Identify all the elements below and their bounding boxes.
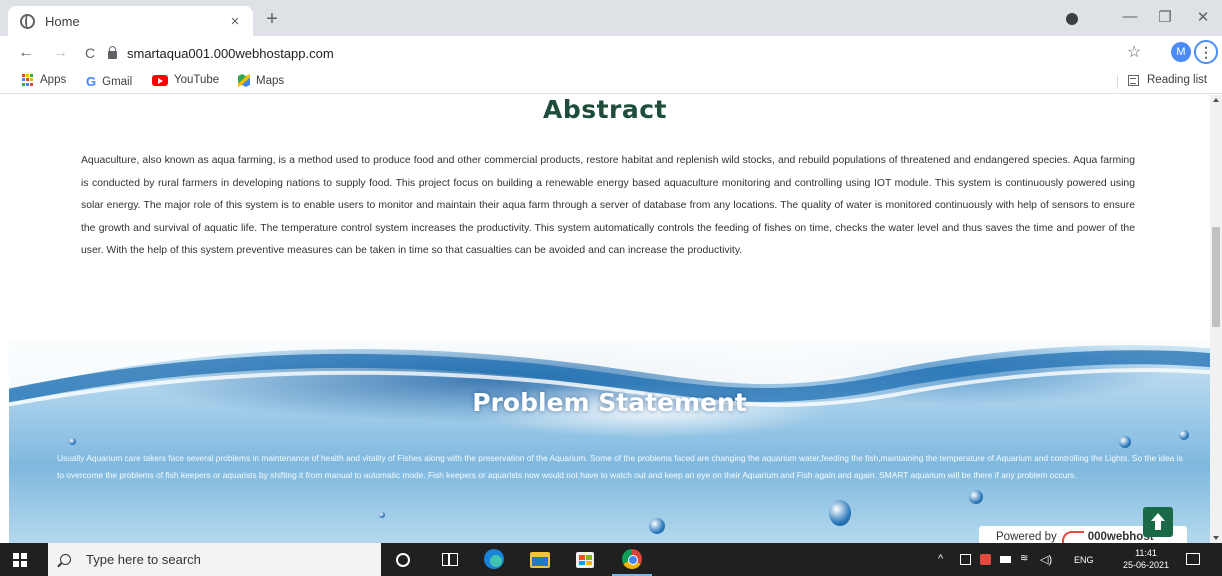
browser-menu-button[interactable]: ⋮ <box>1194 40 1218 64</box>
bookmark-youtube[interactable]: YouTube <box>152 74 219 86</box>
water-droplet-icon <box>829 500 851 526</box>
water-droplet-icon <box>1119 436 1131 448</box>
water-droplet-icon <box>1179 430 1189 440</box>
windows-taskbar: Type here to search ^ ≋ ◁) ENG 11:41 25-… <box>0 543 1222 576</box>
bookmark-label: Gmail <box>102 75 133 88</box>
volume-icon[interactable]: ◁) <box>1040 553 1052 566</box>
browser-tab-home[interactable]: Home × <box>8 6 253 36</box>
clock-date: 25-06-2021 <box>1122 560 1170 570</box>
language-indicator[interactable]: ENG <box>1074 555 1094 565</box>
cortana-icon[interactable] <box>396 553 410 567</box>
reading-list-label: Reading list <box>1147 74 1208 86</box>
clock-time: 11:41 <box>1135 548 1157 558</box>
battery-icon[interactable] <box>1000 556 1011 563</box>
problem-statement-paragraph: Usually Aquarium care takers face severa… <box>57 453 1183 480</box>
search-icon <box>60 554 71 565</box>
powered-by-label: Powered by <box>996 531 1057 543</box>
bookmark-gmail[interactable]: G Gmail <box>86 74 132 89</box>
water-droplet-icon <box>379 512 385 518</box>
gmail-icon: G <box>86 74 97 89</box>
chrome-icon[interactable] <box>622 549 642 569</box>
new-tab-button[interactable]: + <box>262 9 282 29</box>
store-icon[interactable] <box>576 552 594 568</box>
profile-indicator-icon[interactable] <box>1066 13 1078 25</box>
meet-now-icon[interactable] <box>960 554 971 565</box>
page-scrollbar[interactable] <box>1210 95 1222 543</box>
youtube-icon <box>152 74 168 86</box>
address-bar[interactable]: smartaqua001.000webhostapp.com <box>108 40 1118 66</box>
reading-list-icon <box>1128 74 1139 86</box>
page-viewport[interactable]: Abstract Aquaculture, also known as aqua… <box>0 95 1210 543</box>
tab-strip: Home × + — ❐ ✕ <box>0 0 1222 36</box>
bookmarks-divider <box>1117 75 1118 89</box>
search-placeholder: Type here to search <box>86 552 201 567</box>
water-droplet-icon <box>69 438 76 445</box>
close-window-button[interactable]: ✕ <box>1193 8 1213 26</box>
scrollbar-thumb[interactable] <box>1212 227 1220 327</box>
bookmarks-bar: Apps G Gmail YouTube Maps <box>0 70 1222 94</box>
tab-title: Home <box>45 13 80 29</box>
minimize-button[interactable]: — <box>1120 8 1140 25</box>
water-droplet-icon <box>649 518 665 534</box>
restore-button[interactable]: ❐ <box>1155 8 1175 26</box>
bookmark-maps[interactable]: Maps <box>238 74 284 87</box>
reading-list-button[interactable]: Reading list <box>1128 74 1207 86</box>
windows-start-icon[interactable] <box>13 553 27 567</box>
bookmark-label: Apps <box>40 74 67 86</box>
bookmark-star-icon[interactable]: ☆ <box>1127 42 1141 62</box>
abstract-heading: Abstract <box>542 95 668 124</box>
webhost-logo-icon <box>1061 531 1084 543</box>
show-hidden-icons-icon[interactable]: ^ <box>938 553 943 565</box>
wifi-icon[interactable]: ≋ <box>1020 553 1028 564</box>
problem-statement-banner: Problem Statement Usually Aquarium care … <box>9 340 1210 543</box>
app-tray-icon[interactable] <box>980 554 991 565</box>
forward-button[interactable]: → <box>50 43 70 63</box>
url-text[interactable]: smartaqua001.000webhostapp.com <box>127 46 334 61</box>
bookmark-label: Maps <box>256 74 285 87</box>
file-explorer-icon[interactable] <box>530 552 550 568</box>
bookmark-label: YouTube <box>174 74 220 86</box>
edge-icon[interactable] <box>484 549 504 569</box>
scroll-up-arrow-icon[interactable] <box>1213 98 1219 102</box>
notification-center-icon[interactable] <box>1186 553 1200 565</box>
globe-favicon-icon <box>20 13 35 29</box>
profile-avatar[interactable]: M <box>1171 42 1191 62</box>
taskbar-search-box[interactable]: Type here to search <box>48 543 381 576</box>
apps-grid-icon <box>22 74 34 86</box>
maps-icon <box>238 74 250 87</box>
reload-button[interactable]: C <box>80 43 100 63</box>
abstract-paragraph: Aquaculture, also known as aqua farming,… <box>81 155 1135 257</box>
back-to-top-button[interactable] <box>1143 507 1173 537</box>
water-droplet-icon <box>969 490 983 504</box>
bookmark-apps[interactable]: Apps <box>22 74 66 86</box>
scroll-down-arrow-icon[interactable] <box>1213 536 1219 540</box>
browser-toolbar: ← → C smartaqua001.000webhostapp.com <box>0 36 1222 70</box>
lock-icon[interactable] <box>108 45 117 59</box>
problem-statement-heading: Problem Statement <box>472 388 747 417</box>
back-button[interactable]: ← <box>16 43 36 63</box>
task-view-icon[interactable] <box>442 553 458 566</box>
tab-close-icon[interactable]: × <box>227 13 243 30</box>
system-clock[interactable]: 11:41 25-06-2021 <box>1122 547 1170 571</box>
